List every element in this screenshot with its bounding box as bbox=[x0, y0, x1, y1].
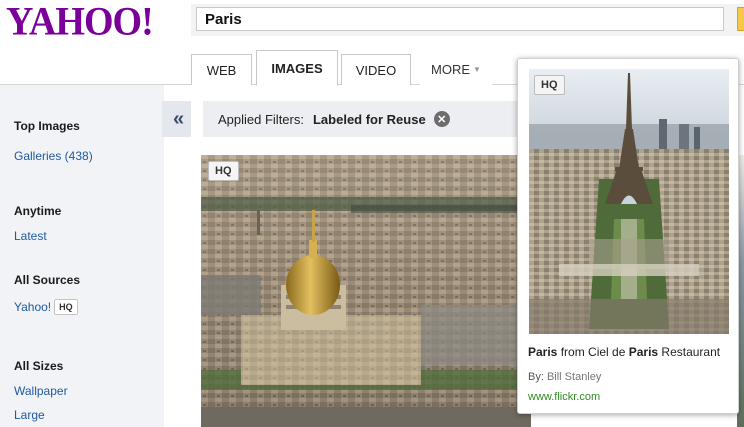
sidebar-heading-all-sizes: All Sizes bbox=[14, 359, 64, 373]
tab-video[interactable]: VIDEO bbox=[341, 54, 411, 85]
tab-web[interactable]: WEB bbox=[191, 54, 252, 85]
preview-title-bold: Paris bbox=[628, 345, 659, 359]
result-image[interactable]: HQ bbox=[201, 155, 531, 427]
hq-badge[interactable]: HQ bbox=[534, 75, 565, 95]
applied-filters-label: Applied Filters: bbox=[218, 111, 304, 127]
tab-more-label: MORE bbox=[431, 62, 470, 77]
preview-image[interactable]: HQ bbox=[529, 69, 729, 334]
preview-title[interactable]: Paris from Ciel de Paris Restaurant bbox=[528, 345, 720, 359]
filter-sidebar: Top Images Galleries (438) Anytime Lates… bbox=[0, 85, 164, 427]
clear-filter-icon[interactable]: ✕ bbox=[433, 111, 450, 127]
preview-title-text: Restaurant bbox=[658, 345, 721, 359]
search-input[interactable] bbox=[196, 7, 724, 31]
result-image-photo bbox=[201, 155, 531, 427]
applied-filter-value: Labeled for Reuse bbox=[312, 111, 426, 127]
tab-images[interactable]: IMAGES bbox=[256, 50, 338, 86]
sidebar-heading-all-sources: All Sources bbox=[14, 273, 81, 287]
search-bar bbox=[191, 4, 744, 36]
hq-badge[interactable]: HQ bbox=[208, 161, 239, 181]
hq-badge[interactable]: HQ bbox=[54, 299, 78, 315]
sidebar-link-galleries[interactable]: Galleries (438) bbox=[14, 149, 93, 163]
preview-byline: By: Bill Stanley bbox=[528, 371, 601, 383]
sidebar-link-wallpaper[interactable]: Wallpaper bbox=[14, 384, 68, 398]
preview-source-link[interactable]: www.flickr.com bbox=[528, 391, 600, 403]
search-button[interactable] bbox=[737, 7, 744, 31]
collapse-sidebar-button[interactable]: « bbox=[162, 101, 191, 137]
header: YAHOO! bbox=[0, 0, 744, 54]
preview-title-bold: Paris bbox=[528, 345, 558, 359]
image-preview-popup: HQ Paris from Ciel de Paris Restaurant B… bbox=[517, 58, 739, 414]
sidebar-link-large[interactable]: Large bbox=[14, 408, 45, 422]
sidebar-heading-top-images: Top Images bbox=[14, 119, 80, 133]
chevron-down-icon: ▼ bbox=[473, 65, 481, 74]
preview-title-text: from Ciel de bbox=[557, 345, 629, 359]
preview-by-label: By: bbox=[528, 371, 547, 383]
sidebar-link-yahoo[interactable]: Yahoo! HQ bbox=[14, 299, 78, 315]
preview-author: Bill Stanley bbox=[546, 371, 602, 383]
applied-filters-bar: Applied Filters: Labeled for Reuse ✕ bbox=[203, 101, 523, 137]
double-chevron-left-icon: « bbox=[172, 107, 184, 130]
sidebar-link-latest[interactable]: Latest bbox=[14, 229, 47, 243]
preview-image-photo bbox=[529, 69, 729, 334]
sidebar-heading-anytime: Anytime bbox=[14, 204, 62, 218]
yahoo-logo[interactable]: YAHOO! bbox=[6, 1, 154, 43]
sidebar-link-yahoo-label: Yahoo! bbox=[14, 300, 52, 314]
tab-more[interactable]: MORE ▼ bbox=[420, 54, 492, 85]
